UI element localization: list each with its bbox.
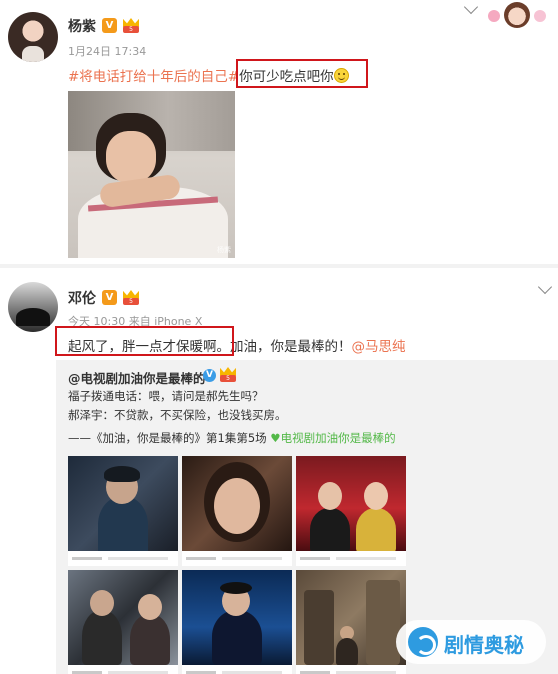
brand-watermark: 剧情奥秘 [396,620,546,664]
user-name[interactable]: 邓伦 [68,288,96,308]
quoted-image[interactable] [182,570,292,674]
brand-name: 剧情奥秘 [444,633,524,657]
quoted-image[interactable] [68,456,178,566]
verified-badge: V [102,290,117,305]
brand-logo-icon [408,627,438,657]
quoted-author-link[interactable]: @电视剧加油你是最棒的 [68,368,206,387]
topic-link[interactable]: 电视剧加油你是最棒的 [281,431,396,445]
crown-level-icon: 5 [122,18,140,33]
chevron-down-icon[interactable] [463,0,479,15]
post-timestamp[interactable]: 1月24日 17:34 [68,43,146,59]
heart-icon: ♥ [270,431,281,445]
quoted-image[interactable] [296,456,406,566]
quoted-source-line: ——《加油，你是最棒的》第1集第5场 ♥电视剧加油你是最棒的 [68,430,396,446]
hashtag-link[interactable]: #将电话打给十年后的自己# [68,69,239,85]
quoted-source-text: ——《加油，你是最棒的》第1集第5场 [68,431,267,445]
quoted-line: 郝泽宇：不贷款，不买保险，也没钱买房。 [68,408,287,422]
decoration-sticker-icon [484,2,550,30]
highlight-box [55,326,234,356]
post-divider [0,264,558,268]
crown-level-icon: 5 [122,290,140,305]
user-name[interactable]: 杨紫 [68,16,96,36]
avatar[interactable] [8,12,58,62]
chevron-down-icon[interactable] [537,279,553,295]
post-image[interactable]: 杨紫 [68,91,235,258]
quoted-image[interactable] [296,570,406,674]
image-watermark: 杨紫 [217,246,231,254]
avatar[interactable] [8,282,58,332]
weibo-post-1: 杨紫 V 5 1月24日 17:34 #将电话打给十年后的自己#你可少吃点吧你 … [0,0,558,262]
mention-link[interactable]: @马思纯 [352,339,406,355]
quoted-image[interactable] [182,456,292,566]
quoted-line: 福子拨通电话：喂，请问是郝先生吗？ [68,389,264,403]
post-body: 加油，你是最棒的！ [230,339,352,355]
quoted-image[interactable] [68,570,178,674]
verified-badge: V [102,18,117,33]
verified-badge: V [203,369,216,382]
highlight-box [236,59,368,88]
crown-level-icon: 5 [219,367,237,382]
